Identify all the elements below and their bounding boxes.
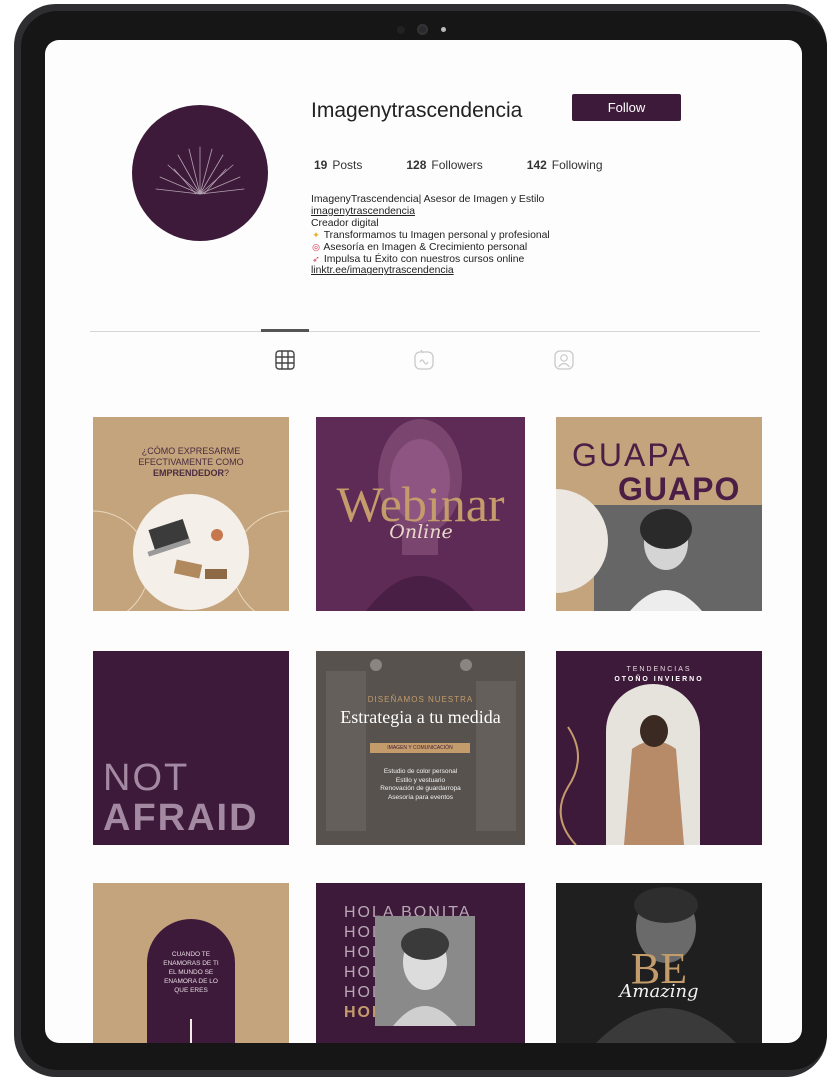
post-text: ENAMORA DE LO xyxy=(164,978,218,985)
profile-username: Imagenytrascendencia xyxy=(311,99,523,122)
bio-handle-link[interactable]: imagenytrascendencia xyxy=(311,206,550,218)
profile-stats: 19 Posts 128 Followers 142 Following xyxy=(314,158,647,172)
posts-count[interactable]: 19 Posts xyxy=(314,158,362,172)
post-text: EMPRENDEDOR? xyxy=(152,468,230,478)
instagram-profile-screen: Imagenytrascendencia Follow 19 Posts 128 F… xyxy=(45,40,802,1043)
post-text: Renovación de guardarropa xyxy=(380,785,461,792)
post-text: Asesoría para eventos xyxy=(387,793,454,801)
tagged-icon[interactable] xyxy=(553,349,575,371)
grid-icon[interactable] xyxy=(274,349,296,371)
post-tile-be-amazing[interactable]: BE Amazing xyxy=(556,883,762,1043)
post-text: OTOÑO INVIERNO xyxy=(614,676,704,683)
post-text: Online xyxy=(389,521,453,543)
following-count[interactable]: 142 Following xyxy=(527,158,603,172)
post-text: CUANDO TE xyxy=(171,951,211,958)
post-text: Estilo y vestuario xyxy=(395,776,446,784)
bio-line: ◎ Asesoría en Imagen & Crecimiento perso… xyxy=(312,241,528,253)
post-text: Amazing xyxy=(619,981,699,1002)
post-text: GUAPA xyxy=(572,437,692,473)
post-tile-emprendedor[interactable]: ¿CÓMO EXPRESARME EFECTIVAMENTE COMO EMPR… xyxy=(93,417,289,611)
reels-icon[interactable] xyxy=(413,349,435,371)
sparkles-icon: ✦ xyxy=(312,229,320,240)
post-tile-webinar[interactable]: Webinar Online xyxy=(316,417,525,611)
tab-divider xyxy=(90,331,760,332)
profile-bio: ImagenyTrascendencia| Asesor de Imagen y… xyxy=(311,194,550,277)
post-tile-not-afraid[interactable]: NOT AFRAID xyxy=(93,651,289,845)
post-text: QUE ERES xyxy=(174,987,208,994)
post-badge: IMAGEN Y COMUNICACIÓN xyxy=(370,743,470,753)
bio-category: Creador digital xyxy=(311,217,379,229)
post-text: 2025 xyxy=(647,686,671,693)
woman-smiling-closeup-image xyxy=(375,916,475,1026)
post-tile-hola-bonita[interactable]: HOLA BONITA HOLA BONITA HOLA BONITA HOLA… xyxy=(316,883,525,1043)
post-text: EFECTIVAMENTE COMO xyxy=(138,457,244,467)
post-text: AFRAID xyxy=(103,797,259,839)
front-camera xyxy=(397,23,453,37)
post-text: DISEÑAMOS NUESTRA xyxy=(367,695,474,704)
target-icon: ◎ xyxy=(312,241,320,252)
profile-avatar[interactable] xyxy=(132,105,268,241)
post-text: Estudio de color personal xyxy=(383,768,458,775)
post-text: EL MUNDO SE xyxy=(168,969,214,976)
rocket-icon: ➶ xyxy=(312,253,320,264)
active-tab-indicator xyxy=(261,329,309,332)
post-text: ENAMORAS DE TI xyxy=(163,960,219,967)
post-text: GUAPO xyxy=(618,471,741,507)
post-tile-tendencias[interactable]: TENDENCIAS OTOÑO INVIERNO 2025 xyxy=(556,651,762,845)
bio-line: ✦ Transformamos tu Imagen personal y pro… xyxy=(312,229,550,241)
bio-line: ➶ Impulsa tu Éxito con nuestros cursos o… xyxy=(312,253,525,265)
post-tile-cuando-te-enamoras[interactable]: CUANDO TE ENAMORAS DE TI EL MUNDO SE ENA… xyxy=(93,883,289,1043)
followers-count[interactable]: 128 Followers xyxy=(406,158,482,172)
post-text: Estrategia a tu medida xyxy=(340,707,501,727)
post-tile-guapa-guapo[interactable]: GUAPA GUAPO xyxy=(556,417,762,611)
follow-button[interactable]: Follow xyxy=(572,94,681,121)
sunburst-logo-icon xyxy=(155,146,245,195)
bio-external-link[interactable]: linktr.ee/imagenytrascendencia xyxy=(311,265,550,277)
bio-line: ImagenyTrascendencia| Asesor de Imagen y… xyxy=(311,194,545,205)
post-text: ¿CÓMO EXPRESARME xyxy=(141,446,241,456)
post-text: NOT xyxy=(103,757,190,799)
post-tile-estrategia[interactable]: DISEÑAMOS NUESTRA Estrategia a tu medida… xyxy=(316,651,525,845)
post-text: TENDENCIAS xyxy=(626,666,692,673)
